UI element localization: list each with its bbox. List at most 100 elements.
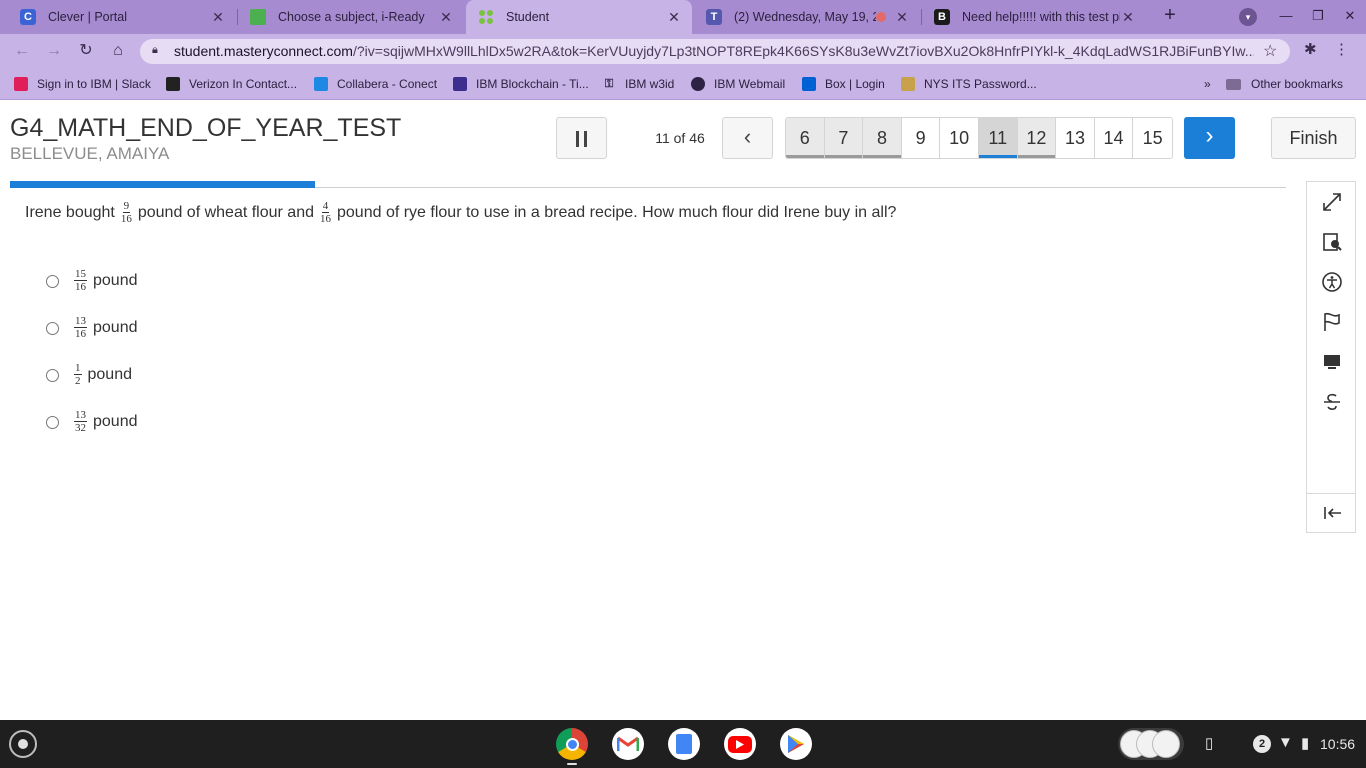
close-tab-icon[interactable]: ✕ bbox=[210, 9, 226, 26]
fraction: 13 16 bbox=[74, 316, 87, 340]
tab-iready[interactable]: Choose a subject, i-Ready ✕ bbox=[238, 0, 464, 34]
key-icon: ⚿ bbox=[604, 77, 614, 90]
holding-space-item bbox=[1152, 730, 1180, 758]
bookmark-collabera[interactable]: Collabera - Conect bbox=[314, 76, 437, 92]
restore-icon[interactable]: ❐ bbox=[1302, 0, 1334, 34]
question-nav-item[interactable]: 8 bbox=[863, 118, 902, 158]
other-bookmarks[interactable]: Other bookmarks bbox=[1226, 76, 1343, 92]
answer-choice-d[interactable]: 13 32 pound bbox=[46, 407, 138, 437]
lock-icon[interactable]: 🔒︎ bbox=[152, 44, 164, 58]
finish-button[interactable]: Finish bbox=[1271, 117, 1356, 159]
question-text: Irene bought 9 16 pound of wheat flour an… bbox=[25, 201, 896, 225]
answer-choice-b[interactable]: 13 16 pound bbox=[46, 313, 138, 343]
strikethrough-icon[interactable] bbox=[1321, 391, 1343, 413]
youtube-icon[interactable] bbox=[724, 728, 756, 760]
bookmark-verizon[interactable]: Verizon In Contact... bbox=[166, 76, 297, 92]
reload-icon[interactable]: ↻ bbox=[74, 39, 98, 63]
bookmark-box[interactable]: Box | Login bbox=[802, 76, 885, 92]
launcher-icon[interactable] bbox=[9, 730, 37, 758]
new-tab-button[interactable]: + bbox=[1158, 4, 1182, 28]
close-tab-icon[interactable]: ✕ bbox=[894, 9, 910, 26]
collabera-icon bbox=[314, 77, 328, 91]
tab-student[interactable]: Student ✕ bbox=[466, 0, 692, 34]
notification-count[interactable]: 2 bbox=[1253, 735, 1271, 753]
radio-button[interactable] bbox=[46, 368, 59, 382]
play-store-icon[interactable] bbox=[780, 728, 812, 760]
docs-icon[interactable] bbox=[668, 728, 700, 760]
holding-space-pod[interactable] bbox=[1118, 728, 1184, 760]
pause-icon bbox=[576, 131, 579, 147]
bookmark-ibm-blockchain[interactable]: IBM Blockchain - Ti... bbox=[453, 76, 589, 92]
tab-brainly[interactable]: B Need help!!!!! with this test pls ✕ bbox=[922, 0, 1146, 34]
question-text-part: Irene bought bbox=[25, 204, 115, 221]
tab-search-icon[interactable]: ▾ bbox=[1239, 8, 1257, 26]
bookmark-ibm-w3id[interactable]: ⚿ IBM w3id bbox=[602, 76, 675, 92]
wifi-icon[interactable]: ▼ bbox=[1278, 734, 1293, 751]
bookmark-label: IBM Blockchain - Ti... bbox=[476, 77, 589, 91]
extensions-icon[interactable]: ✱ bbox=[1304, 40, 1317, 58]
collapse-panel-icon[interactable] bbox=[1321, 502, 1343, 524]
bookmark-star-icon[interactable]: ☆ bbox=[1263, 41, 1277, 61]
question-nav-item[interactable]: 13 bbox=[1056, 118, 1095, 158]
bookmark-nys[interactable]: NYS ITS Password... bbox=[901, 76, 1037, 92]
bookmark-ibm-webmail[interactable]: IBM Webmail bbox=[691, 76, 785, 92]
webmail-icon bbox=[691, 77, 705, 91]
battery-icon[interactable]: ▮ bbox=[1301, 734, 1309, 752]
bookmark-label: IBM Webmail bbox=[714, 77, 786, 91]
question-nav-item[interactable]: 9 bbox=[901, 118, 941, 158]
calculator-icon[interactable] bbox=[1321, 351, 1343, 373]
close-tab-icon[interactable]: ✕ bbox=[666, 9, 682, 26]
question-nav-item[interactable]: 6 bbox=[786, 118, 825, 158]
bookmark-label: Verizon In Contact... bbox=[189, 77, 298, 91]
close-window-icon[interactable]: ✕ bbox=[1334, 0, 1366, 34]
home-icon[interactable]: ⌂ bbox=[106, 39, 130, 63]
slack-icon bbox=[14, 77, 28, 91]
minimize-icon[interactable]: — bbox=[1270, 0, 1302, 34]
pause-button[interactable] bbox=[556, 117, 607, 159]
fraction: 4 16 bbox=[320, 201, 331, 225]
url-path: /?iv=sqijwMHxW9llLhlDx5w2RA&tok=KerVUuyj… bbox=[352, 43, 1254, 59]
tab-title: Need help!!!!! with this test pls bbox=[962, 10, 1120, 24]
chrome-icon[interactable] bbox=[556, 728, 588, 760]
radio-button[interactable] bbox=[46, 274, 59, 288]
tab-clever[interactable]: C Clever | Portal ✕ bbox=[8, 0, 236, 34]
clock[interactable]: 10:56 bbox=[1320, 736, 1355, 752]
question-text-part: pound of rye flour to use in a bread rec… bbox=[337, 204, 897, 221]
question-counter: 11 of 46 bbox=[655, 130, 705, 146]
close-tab-icon[interactable]: ✕ bbox=[1120, 9, 1136, 26]
back-icon[interactable]: ← bbox=[10, 39, 34, 63]
iready-icon bbox=[250, 9, 266, 25]
question-nav-item[interactable]: 7 bbox=[824, 118, 864, 158]
tab-title: Student bbox=[506, 10, 550, 24]
expand-icon[interactable] bbox=[1321, 191, 1343, 213]
tab-teams[interactable]: T (2) Wednesday, May 19, 2 ✕ bbox=[694, 0, 920, 34]
next-question-button[interactable]: › bbox=[1184, 117, 1235, 159]
flag-icon[interactable] bbox=[1321, 311, 1343, 333]
radio-button[interactable] bbox=[46, 321, 59, 335]
tab-title: Choose a subject, i-Ready bbox=[278, 10, 425, 24]
gmail-icon[interactable] bbox=[612, 728, 644, 760]
question-nav-item[interactable]: 11 bbox=[978, 118, 1018, 158]
question-nav-item[interactable]: 14 bbox=[1094, 118, 1134, 158]
progress-bar bbox=[10, 181, 315, 188]
reference-icon[interactable] bbox=[1321, 231, 1343, 253]
previous-question-button[interactable]: ‹ bbox=[722, 117, 773, 159]
forward-icon[interactable]: → bbox=[42, 39, 66, 63]
question-nav-item[interactable]: 15 bbox=[1133, 118, 1172, 158]
accessibility-icon[interactable] bbox=[1321, 271, 1343, 293]
answer-choice-a[interactable]: 15 16 pound bbox=[46, 266, 138, 296]
more-bookmarks-icon[interactable]: » bbox=[1204, 76, 1211, 92]
launcher-dot bbox=[18, 739, 28, 749]
url-text[interactable]: student.masteryconnect.com/?iv=sqijwMHxW… bbox=[174, 43, 1254, 59]
bookmark-slack[interactable]: Sign in to IBM | Slack bbox=[14, 76, 151, 92]
close-tab-icon[interactable]: ✕ bbox=[438, 9, 454, 26]
question-nav-item[interactable]: 12 bbox=[1017, 118, 1057, 158]
menu-icon[interactable]: ⋮ bbox=[1334, 40, 1349, 58]
fraction: 9 16 bbox=[121, 201, 132, 225]
phone-hub-icon[interactable]: ▯ bbox=[1205, 734, 1213, 752]
choice-unit: pound bbox=[93, 272, 138, 289]
numerator: 1 bbox=[74, 362, 82, 375]
question-nav-item[interactable]: 10 bbox=[940, 118, 979, 158]
answer-choice-c[interactable]: 12 pound bbox=[46, 360, 132, 390]
radio-button[interactable] bbox=[46, 415, 59, 429]
